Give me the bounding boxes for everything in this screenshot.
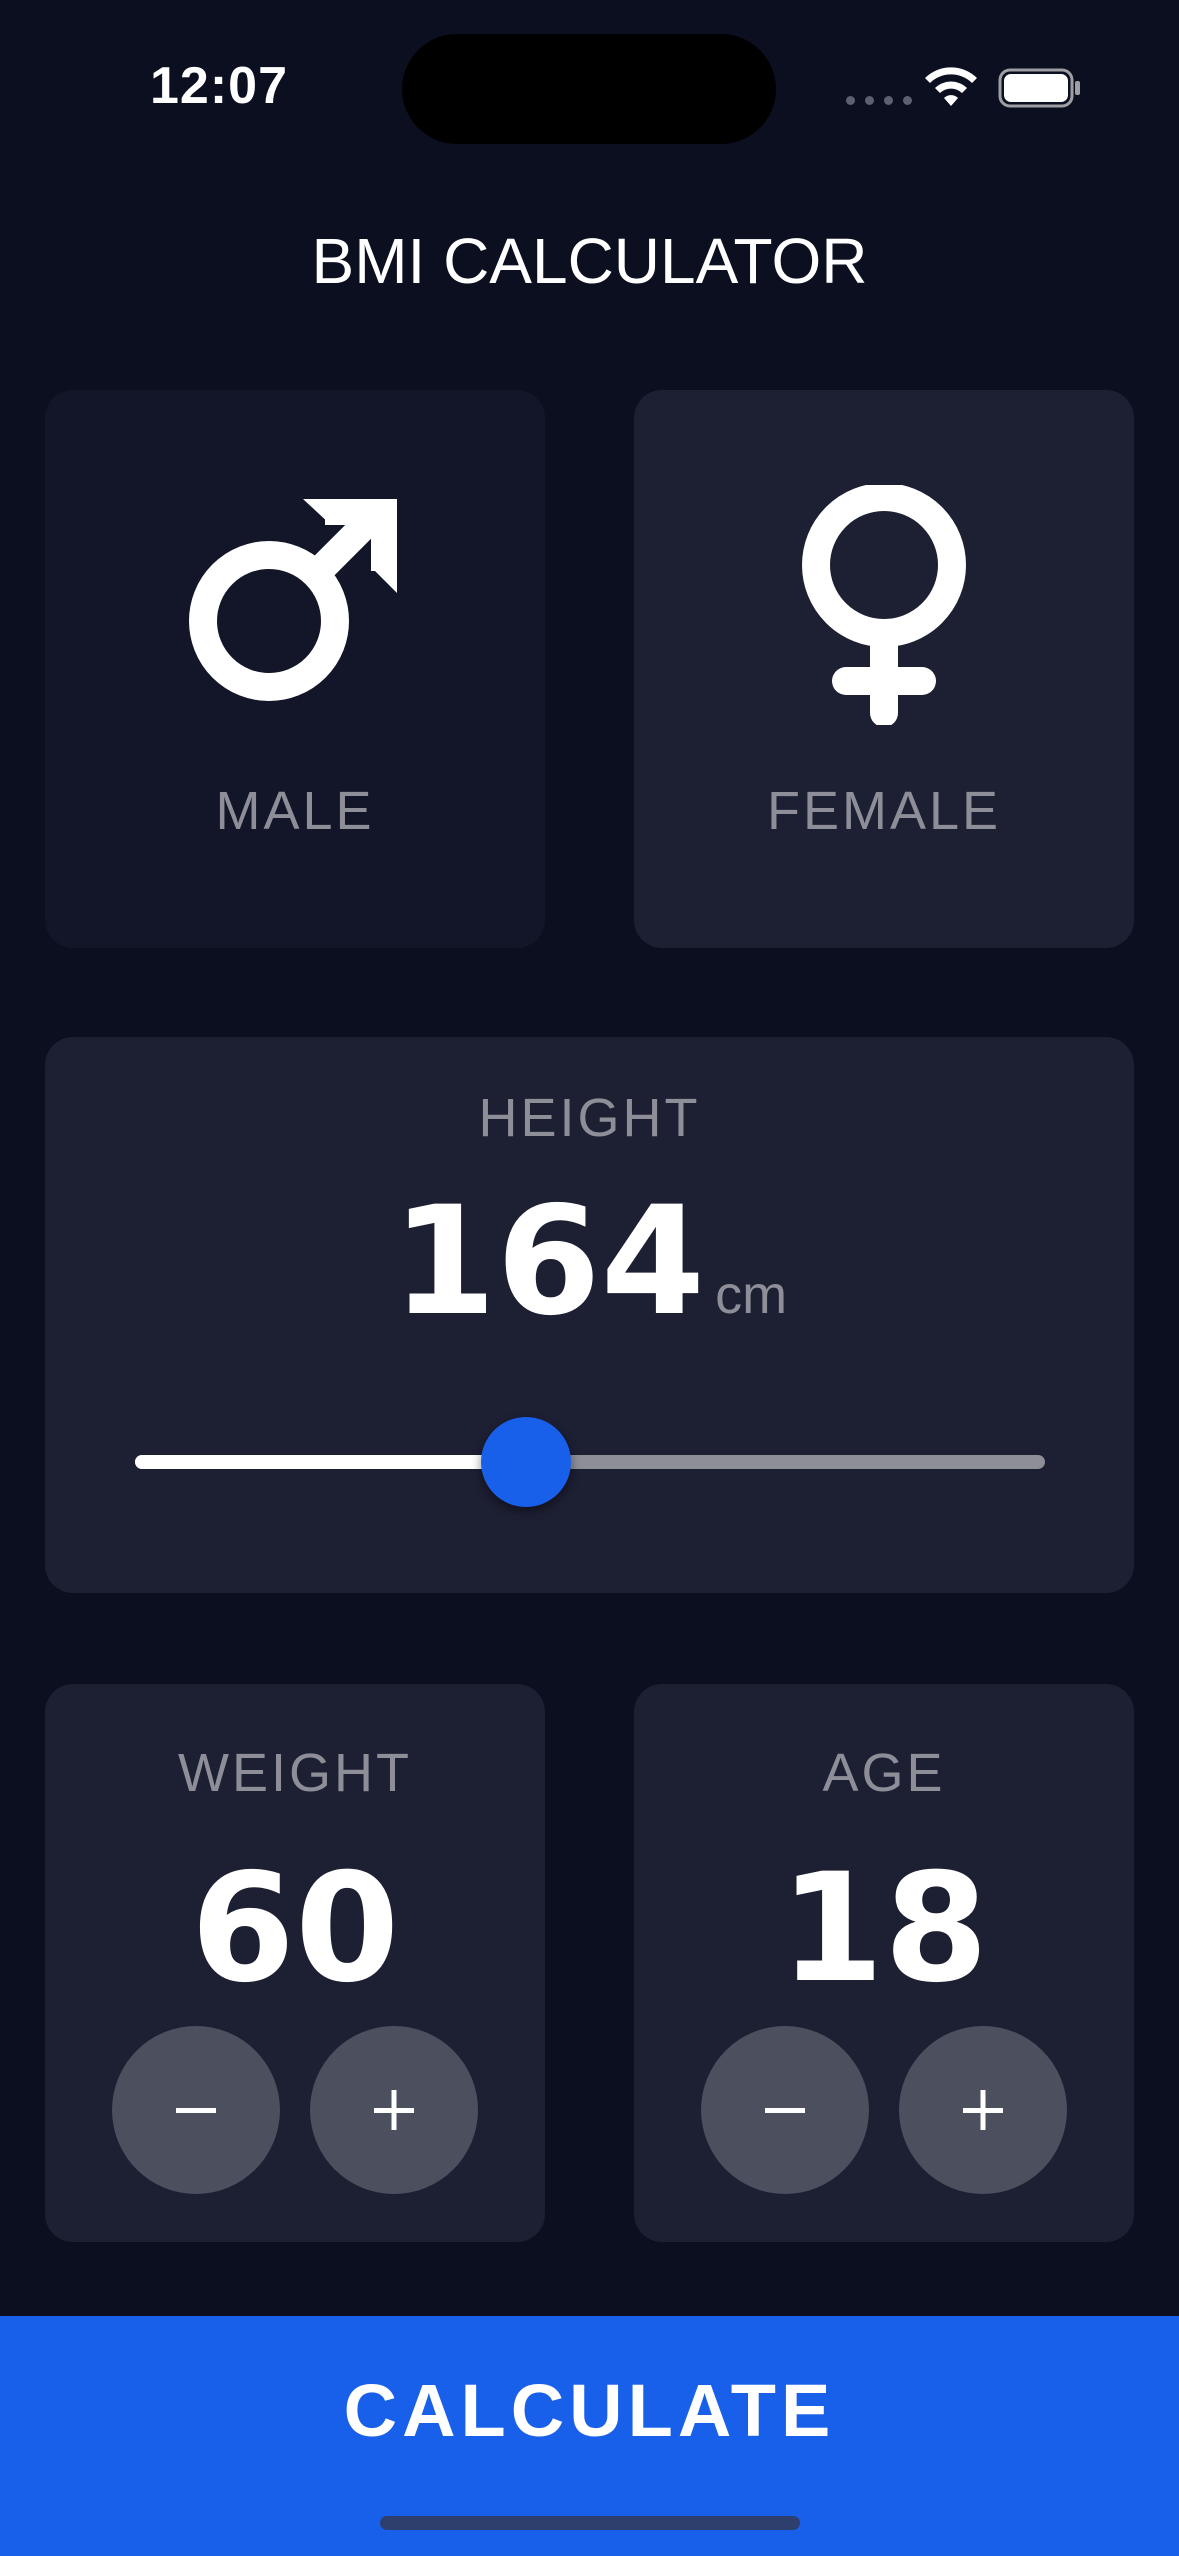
male-label: MALE: [215, 781, 375, 841]
female-symbol-icon: [634, 480, 1134, 730]
age-value: 18: [779, 1842, 989, 2016]
age-increment-button[interactable]: [899, 2026, 1067, 2194]
female-gender-card[interactable]: FEMALE: [634, 390, 1134, 948]
minus-icon: [765, 2108, 805, 2113]
height-card: HEIGHT 164 cm: [45, 1037, 1134, 1593]
age-card: AGE 18: [634, 1684, 1134, 2242]
male-symbol-icon: [45, 480, 545, 730]
battery-icon: [998, 68, 1080, 108]
page-title: BMI CALCULATOR: [311, 225, 868, 297]
home-indicator[interactable]: [380, 2516, 800, 2530]
calculate-label: CALCULATE: [343, 2369, 836, 2452]
bmi-calculator-screen: 12:07 BMI CALCULATOR MALE FEMALE HEIGHT …: [0, 0, 1179, 2556]
cellular-signal-icon: [846, 96, 912, 105]
status-time: 12:07: [150, 57, 288, 115]
height-label: HEIGHT: [478, 1088, 701, 1148]
weight-label: WEIGHT: [178, 1743, 412, 1803]
dynamic-island: [402, 34, 776, 144]
female-label: FEMALE: [766, 781, 1002, 841]
age-decrement-button[interactable]: [701, 2026, 869, 2194]
slider-fill: [135, 1455, 527, 1469]
height-value: 164: [391, 1175, 706, 1349]
plus-icon: [963, 2090, 1003, 2130]
male-gender-card[interactable]: MALE: [45, 390, 545, 948]
slider-thumb[interactable]: [481, 1417, 572, 1507]
height-unit: cm: [715, 1265, 788, 1325]
height-slider[interactable]: [135, 1417, 1045, 1507]
height-readout: 164 cm: [45, 1187, 1134, 1337]
weight-card: WEIGHT 60: [45, 1684, 545, 2242]
wifi-icon: [925, 67, 977, 106]
age-label: AGE: [822, 1743, 946, 1803]
weight-value: 60: [190, 1842, 400, 2016]
weight-increment-button[interactable]: [310, 2026, 478, 2194]
weight-decrement-button[interactable]: [112, 2026, 280, 2194]
plus-icon: [374, 2090, 414, 2130]
minus-icon: [176, 2108, 216, 2113]
